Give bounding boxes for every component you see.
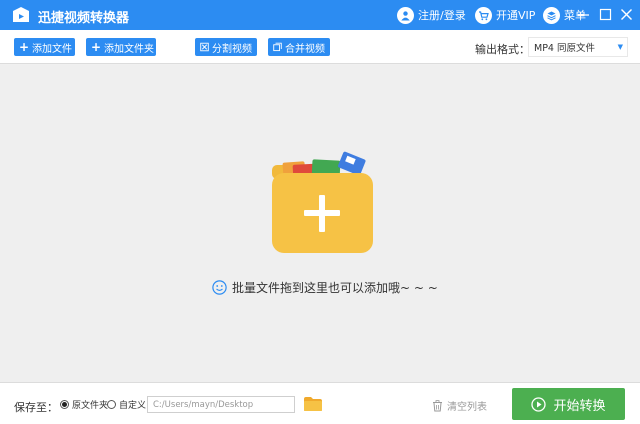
folder-icon[interactable] [303,396,323,412]
app-title: 迅捷视频转换器 [38,11,130,26]
merge-video-button[interactable]: 合并视频 [268,38,330,56]
output-format-select[interactable]: MP4 同原文件 ▼ [528,37,628,57]
radio-unselected-icon [107,400,116,409]
split-video-button[interactable]: 分割视频 [195,38,257,56]
minimize-icon[interactable] [577,8,590,21]
trash-icon [433,399,442,411]
add-folder-button[interactable]: + 添加文件夹 [86,38,156,56]
title-bar: 迅捷视频转换器 注册/登录 开通VIP 菜单 [0,0,640,30]
drop-hint-text: 批量文件拖到这里也可以添加哦~ ~ ~ [232,280,438,295]
output-format-value: MP4 同原文件 [534,43,595,54]
plus-icon: + [18,40,30,54]
output-path-input[interactable] [147,396,295,413]
merge-icon [273,42,282,52]
clear-list-label: 清空列表 [447,402,487,413]
add-file-label: 添加文件 [32,43,72,55]
bottom-bar: 保存至： 原文件夹 自定义 清空列表 开始转换 [0,382,640,424]
dropdown-arrow-icon: ▼ [617,43,623,51]
plus-icon: + [90,40,102,54]
add-folder-label: 添加文件夹 [104,43,154,55]
add-file-button[interactable]: + 添加文件 [14,38,75,56]
user-icon [397,6,414,24]
clear-list-button[interactable]: 清空列表 [432,398,487,413]
app-logo-icon [13,7,29,22]
close-icon[interactable] [620,8,633,21]
toolbar: + 添加文件 + 添加文件夹 分割视频 合并视频 输出格式： MP4 同原文件 … [0,30,640,64]
split-video-label: 分割视频 [212,43,252,55]
maximize-icon[interactable] [599,8,612,21]
login-label: 注册/登录 [418,9,466,22]
smiley-icon [212,279,227,295]
vip-button[interactable]: 开通VIP [475,5,535,25]
drop-hint: 批量文件拖到这里也可以添加哦~ ~ ~ [212,278,438,296]
start-convert-label: 开始转换 [553,398,606,414]
save-to-label: 保存至： [14,401,58,414]
original-folder-label: 原文件夹 [72,401,109,411]
radio-selected-icon [60,400,69,409]
cart-icon [475,6,492,24]
output-format-label: 输出格式： [475,43,530,56]
play-circle-icon [531,396,547,412]
start-convert-button[interactable]: 开始转换 [512,388,625,420]
custom-folder-radio[interactable]: 自定义 [107,398,146,411]
original-folder-radio[interactable]: 原文件夹 [60,398,108,411]
merge-video-label: 合并视频 [285,43,325,55]
custom-folder-label: 自定义 [119,401,147,411]
menu-icon [543,6,560,24]
scissors-icon [200,42,209,52]
vip-label: 开通VIP [496,9,536,22]
login-button[interactable]: 注册/登录 [397,5,466,25]
add-folder-icon[interactable] [270,150,376,255]
